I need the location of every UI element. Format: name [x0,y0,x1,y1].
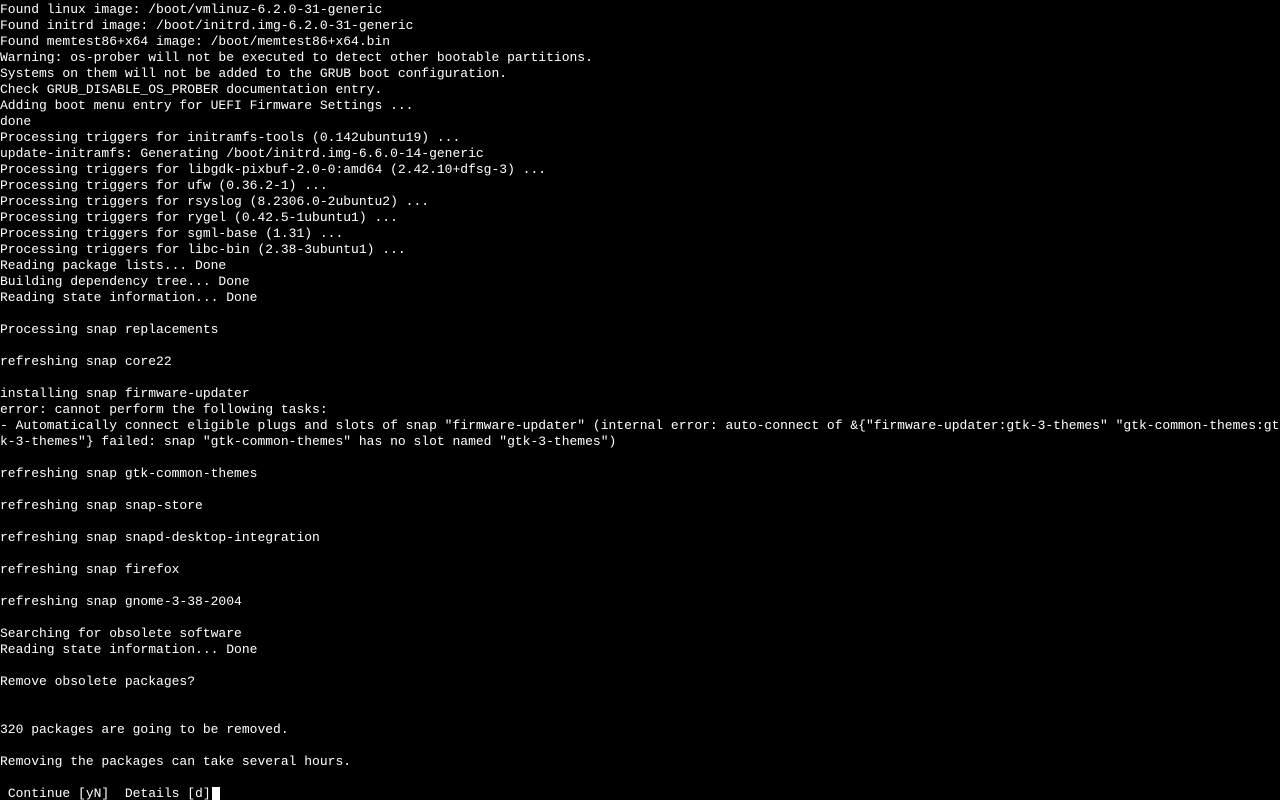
terminal-line: refreshing snap gnome-3-38-2004 [0,594,242,609]
terminal-line: refreshing snap snap-store [0,498,203,513]
terminal-line: Reading package lists... Done [0,258,226,273]
terminal-line: refreshing snap core22 [0,354,172,369]
terminal-line: refreshing snap firefox [0,562,179,577]
terminal-line: Processing triggers for initramfs-tools … [0,130,460,145]
terminal-line: refreshing snap gtk-common-themes [0,466,257,481]
terminal-line: Remove obsolete packages? [0,674,195,689]
terminal-line: Systems on them will not be added to the… [0,66,507,81]
terminal-line: refreshing snap snapd-desktop-integratio… [0,530,320,545]
terminal-line: Searching for obsolete software [0,626,242,641]
terminal-line: Reading state information... Done [0,290,257,305]
terminal-line: Removing the packages can take several h… [0,754,351,769]
terminal-line: Found initrd image: /boot/initrd.img-6.2… [0,18,413,33]
terminal-line: Processing triggers for rygel (0.42.5-1u… [0,210,398,225]
cursor-icon [212,787,220,800]
terminal-line: update-initramfs: Generating /boot/initr… [0,146,484,161]
terminal-line: Processing triggers for libgdk-pixbuf-2.… [0,162,546,177]
terminal-line: Warning: os-prober will not be executed … [0,50,593,65]
terminal-line: Processing snap replacements [0,322,218,337]
terminal-line: installing snap firmware-updater [0,386,250,401]
terminal-line: Found linux image: /boot/vmlinuz-6.2.0-3… [0,2,382,17]
terminal-line: Processing triggers for ufw (0.36.2-1) .… [0,178,328,193]
terminal-line: Reading state information... Done [0,642,257,657]
terminal-line: error: cannot perform the following task… [0,402,328,417]
terminal-line: Adding boot menu entry for UEFI Firmware… [0,98,413,113]
terminal-line: Check GRUB_DISABLE_OS_PROBER documentati… [0,82,382,97]
terminal-line: - Automatically connect eligible plugs a… [0,418,1279,449]
terminal-line: Building dependency tree... Done [0,274,250,289]
continue-prompt[interactable]: Continue [yN] Details [d] [0,786,211,800]
terminal-line: done [0,114,31,129]
terminal-line: Processing triggers for libc-bin (2.38-3… [0,242,406,257]
terminal-line: Processing triggers for sgml-base (1.31)… [0,226,343,241]
terminal-output: Found linux image: /boot/vmlinuz-6.2.0-3… [0,0,1280,800]
terminal-line: Processing triggers for rsyslog (8.2306.… [0,194,429,209]
terminal-line: Found memtest86+x64 image: /boot/memtest… [0,34,390,49]
terminal-line: 320 packages are going to be removed. [0,722,289,737]
